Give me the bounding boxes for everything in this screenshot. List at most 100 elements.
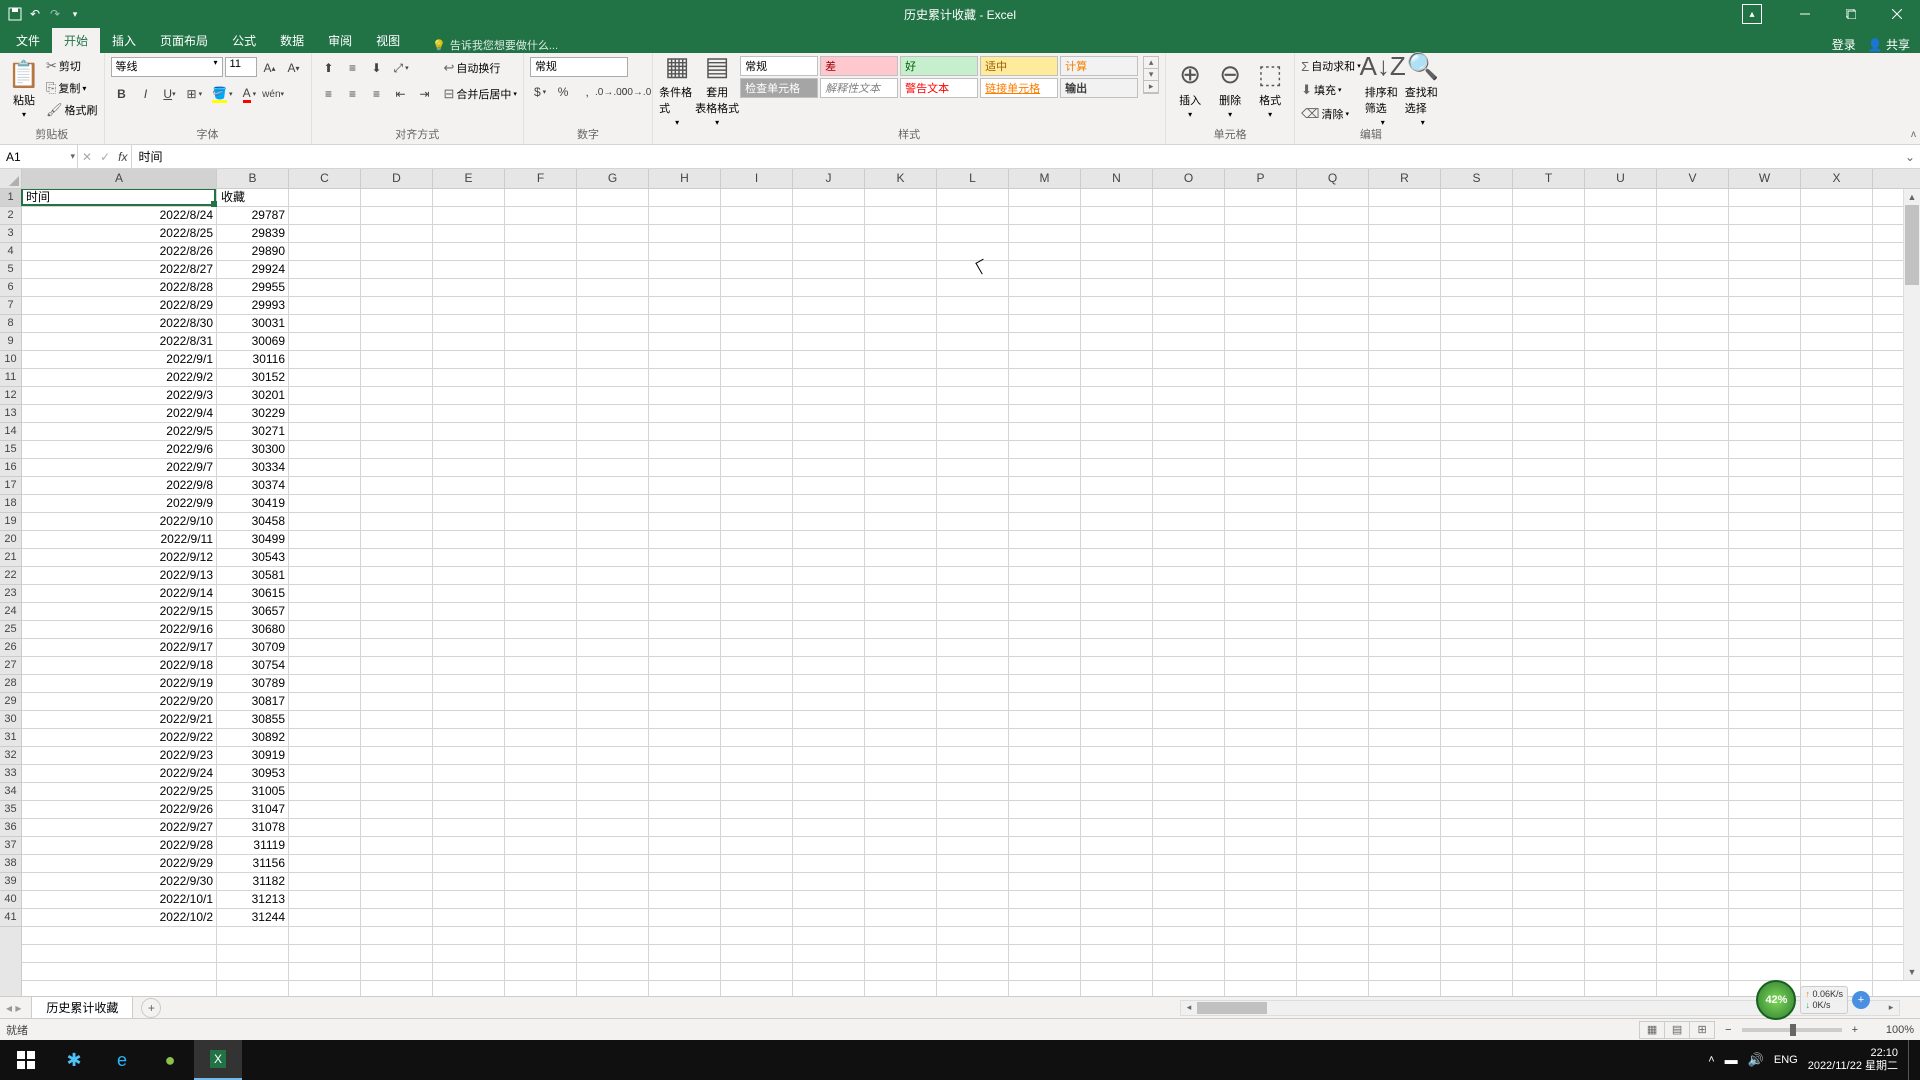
col-header-p[interactable]: P	[1225, 169, 1297, 188]
cell[interactable]: 30419	[217, 495, 289, 513]
cell[interactable]: 30817	[217, 693, 289, 711]
taskbar-app-2[interactable]: ●	[146, 1040, 194, 1080]
col-header-m[interactable]: M	[1009, 169, 1081, 188]
scroll-thumb[interactable]	[1905, 205, 1919, 285]
vertical-scrollbar[interactable]: ▲ ▼	[1903, 189, 1920, 980]
delete-cells-button[interactable]: ⊖删除▾	[1212, 55, 1248, 123]
font-color-button[interactable]: A▾	[239, 83, 261, 105]
cell[interactable]: 31047	[217, 801, 289, 819]
row-header[interactable]: 29	[0, 693, 21, 711]
align-center-button[interactable]: ≡	[342, 83, 364, 105]
cell[interactable]: 2022/9/26	[22, 801, 217, 819]
row-header[interactable]: 14	[0, 423, 21, 441]
row-header[interactable]: 21	[0, 549, 21, 567]
row-header[interactable]: 16	[0, 459, 21, 477]
maximize-button[interactable]	[1828, 0, 1874, 28]
row-header[interactable]: 40	[0, 891, 21, 909]
cell[interactable]: 31156	[217, 855, 289, 873]
cell[interactable]: 31182	[217, 873, 289, 891]
col-header-k[interactable]: K	[865, 169, 937, 188]
cell[interactable]: 30543	[217, 549, 289, 567]
wrap-text-button[interactable]: ↩自动换行	[444, 57, 517, 79]
row-header[interactable]: 31	[0, 729, 21, 747]
col-header-h[interactable]: H	[649, 169, 721, 188]
page-layout-view-button[interactable]: ▤	[1664, 1021, 1690, 1039]
col-header-r[interactable]: R	[1369, 169, 1441, 188]
row-header[interactable]: 38	[0, 855, 21, 873]
save-icon[interactable]	[8, 7, 22, 21]
zoom-slider-knob[interactable]	[1790, 1024, 1796, 1036]
cell[interactable]: 2022/8/30	[22, 315, 217, 333]
cell[interactable]: 2022/8/26	[22, 243, 217, 261]
col-header-s[interactable]: S	[1441, 169, 1513, 188]
shrink-font-button[interactable]: A▾	[283, 57, 305, 79]
cell[interactable]: 29890	[217, 243, 289, 261]
style-normal[interactable]: 常规	[740, 56, 818, 76]
sheet-tab-active[interactable]: 历史累计收藏	[31, 996, 133, 1020]
align-middle-button[interactable]: ≡	[342, 57, 364, 79]
cell-b1[interactable]: 收藏	[217, 189, 289, 207]
cell[interactable]: 30953	[217, 765, 289, 783]
row-header[interactable]: 32	[0, 747, 21, 765]
page-break-view-button[interactable]: ⊞	[1689, 1021, 1715, 1039]
increase-indent-button[interactable]: ⇥	[414, 83, 436, 105]
italic-button[interactable]: I	[135, 83, 157, 105]
cell[interactable]: 2022/9/19	[22, 675, 217, 693]
cell[interactable]: 30229	[217, 405, 289, 423]
row-header[interactable]: 30	[0, 711, 21, 729]
row-header[interactable]: 37	[0, 837, 21, 855]
cell[interactable]: 2022/9/2	[22, 369, 217, 387]
cell[interactable]: 2022/9/6	[22, 441, 217, 459]
cell[interactable]: 30892	[217, 729, 289, 747]
cell[interactable]: 2022/8/27	[22, 261, 217, 279]
conditional-formatting-button[interactable]: ▦条件格式▾	[659, 55, 695, 123]
cell[interactable]: 2022/8/31	[22, 333, 217, 351]
row-header[interactable]: 11	[0, 369, 21, 387]
phonetic-button[interactable]: wén▾	[262, 83, 284, 105]
autosum-button[interactable]: Σ自动求和▾	[1301, 55, 1361, 77]
ribbon-display-options-icon[interactable]: ▴	[1742, 4, 1762, 24]
row-header[interactable]: 7	[0, 297, 21, 315]
col-header-q[interactable]: Q	[1297, 169, 1369, 188]
paste-button[interactable]: 📋 粘贴 ▾	[6, 55, 42, 123]
cell[interactable]: 2022/9/3	[22, 387, 217, 405]
cell[interactable]: 31244	[217, 909, 289, 927]
style-good[interactable]: 好	[900, 56, 978, 76]
hscroll-thumb[interactable]	[1197, 1002, 1267, 1014]
row-header[interactable]: 23	[0, 585, 21, 603]
login-link[interactable]: 登录	[1832, 36, 1856, 53]
cell[interactable]: 2022/9/11	[22, 531, 217, 549]
cell[interactable]: 2022/9/29	[22, 855, 217, 873]
ime-indicator[interactable]: ENG	[1774, 1054, 1798, 1066]
style-link[interactable]: 链接单元格	[980, 78, 1058, 98]
bold-button[interactable]: B	[111, 83, 133, 105]
cell[interactable]: 30031	[217, 315, 289, 333]
format-cells-button[interactable]: ⬚格式▾	[1252, 55, 1288, 123]
row-header[interactable]: 24	[0, 603, 21, 621]
clear-button[interactable]: ⌫清除▾	[1301, 103, 1361, 125]
row-header[interactable]: 22	[0, 567, 21, 585]
cell[interactable]: 2022/8/25	[22, 225, 217, 243]
merge-center-button[interactable]: ⊟合并后居中▾	[444, 83, 517, 105]
cell[interactable]: 2022/9/12	[22, 549, 217, 567]
network-widget[interactable]: 42% ↑ 0.06K/s ↓ 0K/s +	[1756, 980, 1870, 1020]
col-header-o[interactable]: O	[1153, 169, 1225, 188]
copy-button[interactable]: ⎘复制▾	[46, 77, 98, 99]
cell[interactable]: 2022/9/5	[22, 423, 217, 441]
zoom-slider[interactable]	[1742, 1028, 1842, 1032]
border-button[interactable]: ⊞▾	[183, 83, 207, 105]
format-painter-button[interactable]: 🖌格式刷	[46, 99, 98, 121]
col-header-v[interactable]: V	[1657, 169, 1729, 188]
cell[interactable]: 2022/10/2	[22, 909, 217, 927]
start-button[interactable]	[2, 1040, 50, 1080]
insert-cells-button[interactable]: ⊕插入▾	[1172, 55, 1208, 123]
col-header-f[interactable]: F	[505, 169, 577, 188]
style-bad[interactable]: 差	[820, 56, 898, 76]
col-header-n[interactable]: N	[1081, 169, 1153, 188]
cell[interactable]: 29787	[217, 207, 289, 225]
row-header[interactable]: 9	[0, 333, 21, 351]
enter-formula-icon[interactable]: ✓	[100, 150, 110, 164]
cell[interactable]: 31119	[217, 837, 289, 855]
col-header-w[interactable]: W	[1729, 169, 1801, 188]
cell[interactable]: 2022/9/28	[22, 837, 217, 855]
